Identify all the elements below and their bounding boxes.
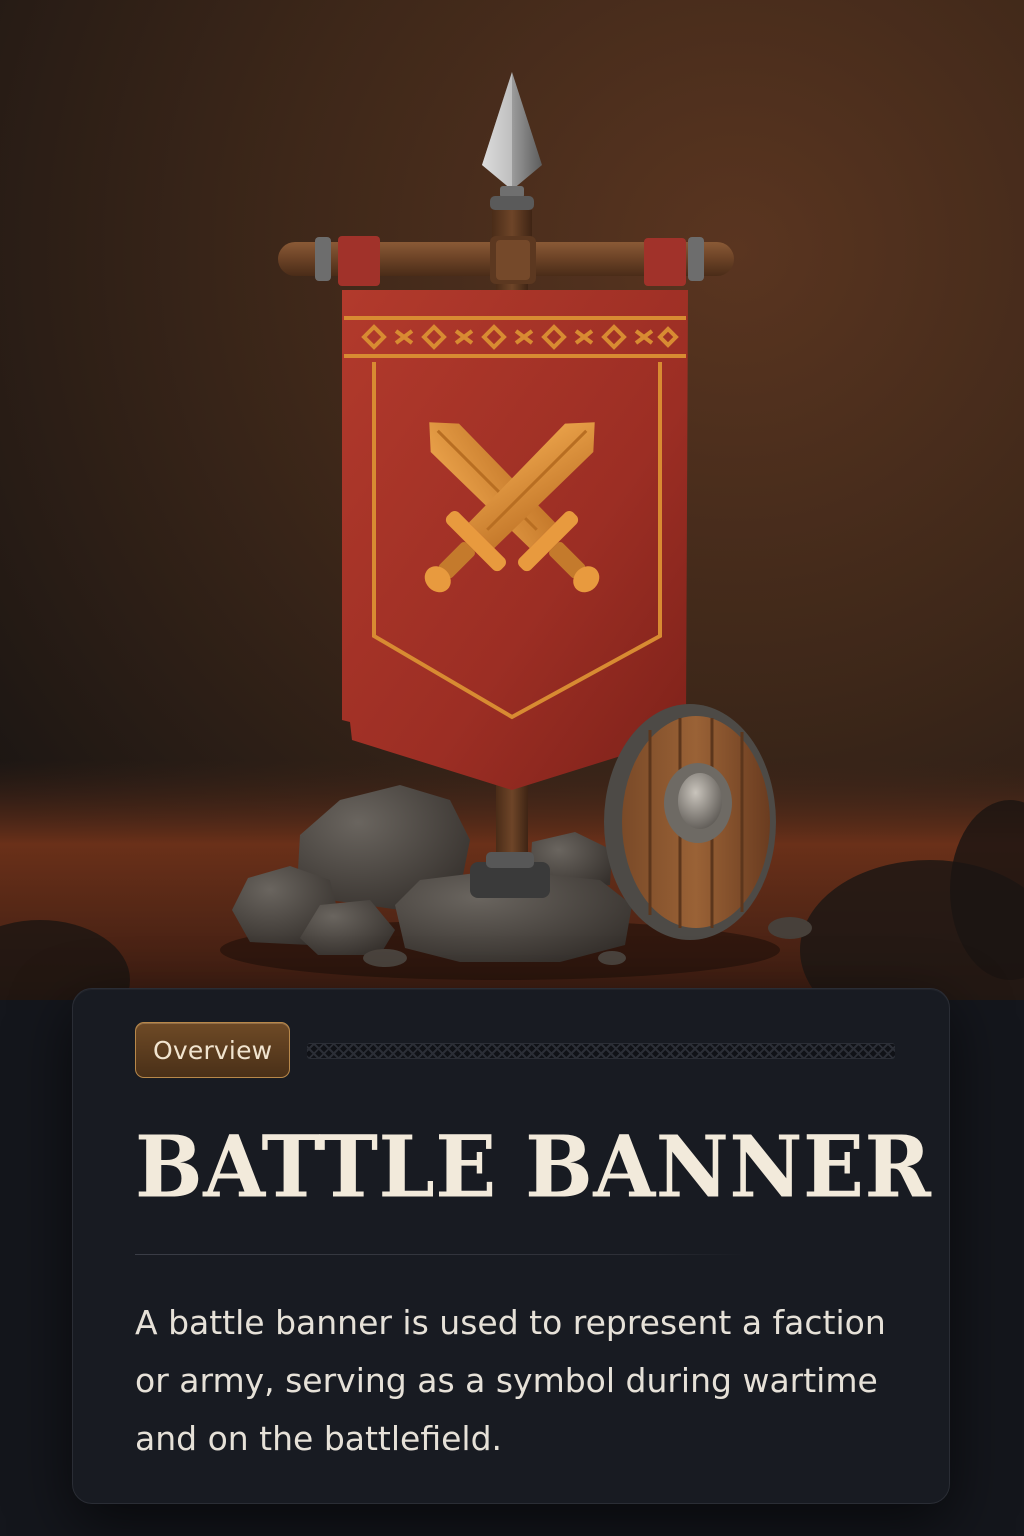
section-header: Overview xyxy=(135,1022,895,1080)
banner-cloth xyxy=(342,290,688,790)
item-title: BATTLE BANNER xyxy=(135,1116,932,1217)
round-shield-icon xyxy=(604,704,776,940)
title-divider xyxy=(135,1254,747,1255)
info-card: Overview BATTLE BANNER A battle banner i… xyxy=(72,988,950,1504)
battle-banner-illustration xyxy=(0,0,1024,1000)
ornamental-divider xyxy=(307,1043,895,1059)
item-description: A battle banner is used to represent a f… xyxy=(135,1303,886,1458)
overview-tab[interactable]: Overview xyxy=(135,1022,291,1078)
